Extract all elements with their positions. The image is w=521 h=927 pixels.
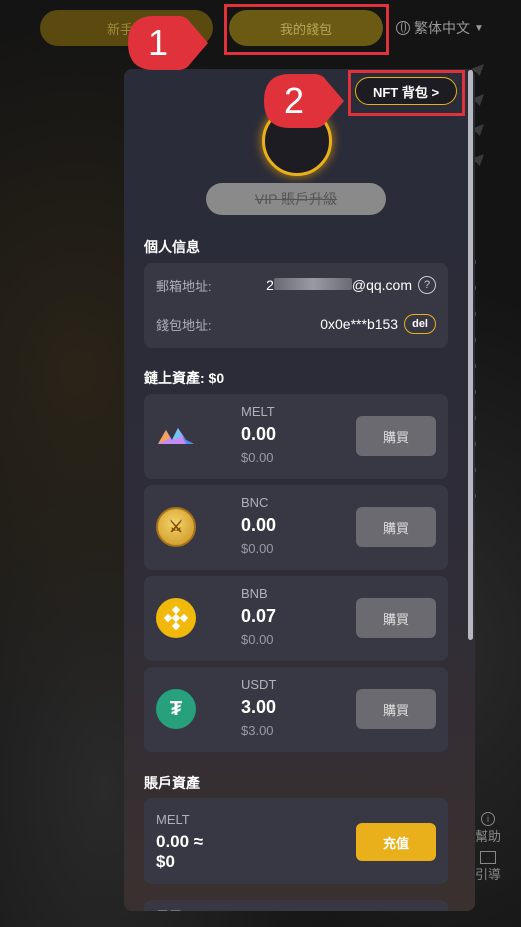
wallet-panel: NFT 背包 > VIP 賬戶升級 個人信息 郵箱地址: 2 @qq.com ? … [124, 69, 475, 911]
asset-amount: 0.00 [241, 424, 277, 444]
buy-button[interactable]: 購買 [356, 507, 436, 547]
account-asset-name: MELT [156, 812, 190, 827]
buy-button[interactable]: 購買 [356, 598, 436, 638]
marker-number: 2 [283, 80, 305, 121]
chevron-down-icon: ▼ [474, 22, 484, 34]
account-usd-text: $0 [156, 852, 175, 871]
email-mask [273, 278, 352, 290]
asset-card-usdt: ₮ USDT 3.00 $3.00 購買 [144, 667, 448, 752]
wallet-address-text: 0x0e***b153 [320, 316, 399, 332]
guide-label: 引導 [474, 867, 501, 882]
vip-upgrade-button[interactable]: VIP 賬戶升級 [206, 183, 386, 215]
panel-scrollbar[interactable] [468, 70, 473, 640]
next-asset-card: 雷電 [144, 900, 448, 911]
step-marker-1: 1 [124, 12, 210, 74]
asset-amount: 0.00 [241, 515, 277, 535]
language-selector[interactable]: 繁体中文 ▼ [396, 18, 484, 38]
email-row: 郵箱地址: 2 @qq.com ? [156, 273, 436, 297]
melt-icon [156, 416, 196, 456]
buy-button[interactable]: 購買 [356, 416, 436, 456]
email-prefix: 2 [266, 277, 274, 293]
step-marker-2: 2 [260, 70, 346, 132]
asset-name: BNB [241, 586, 268, 601]
book-icon [480, 851, 496, 864]
buy-button[interactable]: 購買 [356, 689, 436, 729]
bnb-icon [156, 598, 196, 638]
globe-icon [396, 21, 410, 35]
recharge-button[interactable]: 充值 [356, 823, 436, 861]
personal-info-title: 個人信息 [144, 239, 200, 255]
asset-name: USDT [241, 677, 277, 692]
usdt-icon: ₮ [156, 689, 196, 729]
next-asset-label: 雷電 [156, 906, 182, 911]
question-icon[interactable]: ? [418, 276, 436, 294]
bnc-icon: ⚔ [156, 507, 196, 547]
wallet-address-row: 錢包地址: 0x0e***b153 del [156, 312, 436, 336]
highlight-box-wallet [224, 4, 389, 55]
email-label: 郵箱地址: [156, 278, 212, 294]
asset-card-bnb: BNB 0.07 $0.00 購買 [144, 576, 448, 661]
asset-card-melt: MELT 0.00 $0.00 購買 [144, 394, 448, 479]
asset-usd: $3.00 [241, 723, 274, 738]
help-label: 幫助 [474, 829, 501, 844]
account-asset-amount: 0.00 ≈ $0 [156, 832, 246, 872]
marker-number: 1 [147, 22, 169, 63]
asset-usd: $0.00 [241, 541, 274, 556]
info-icon: i [481, 812, 495, 826]
language-label: 繁体中文 [414, 20, 470, 36]
account-assets-title: 賬戶資產 [144, 775, 200, 791]
asset-usd: $0.00 [241, 632, 274, 647]
highlight-box-nft [348, 70, 465, 116]
del-button[interactable]: del [404, 314, 436, 334]
asset-card-bnc: ⚔ BNC 0.00 $0.00 購買 [144, 485, 448, 570]
wallet-address-label: 錢包地址: [156, 317, 212, 333]
account-amount-text: 0.00 ≈ [156, 832, 204, 851]
asset-usd: $0.00 [241, 450, 274, 465]
account-asset-card: MELT 0.00 ≈ $0 充值 [144, 798, 448, 884]
email-value: 2 @qq.com ? [266, 276, 436, 294]
asset-amount: 0.07 [241, 606, 277, 626]
asset-name: BNC [241, 495, 269, 510]
asset-amount: 3.00 [241, 697, 277, 717]
personal-info-card: 郵箱地址: 2 @qq.com ? 錢包地址: 0x0e***b153 del [144, 263, 448, 348]
email-suffix: @qq.com [351, 277, 412, 293]
onchain-assets-title: 鏈上資產: $0 [144, 370, 225, 386]
asset-name: MELT [241, 404, 275, 419]
wallet-address-value: 0x0e***b153 del [320, 314, 436, 334]
